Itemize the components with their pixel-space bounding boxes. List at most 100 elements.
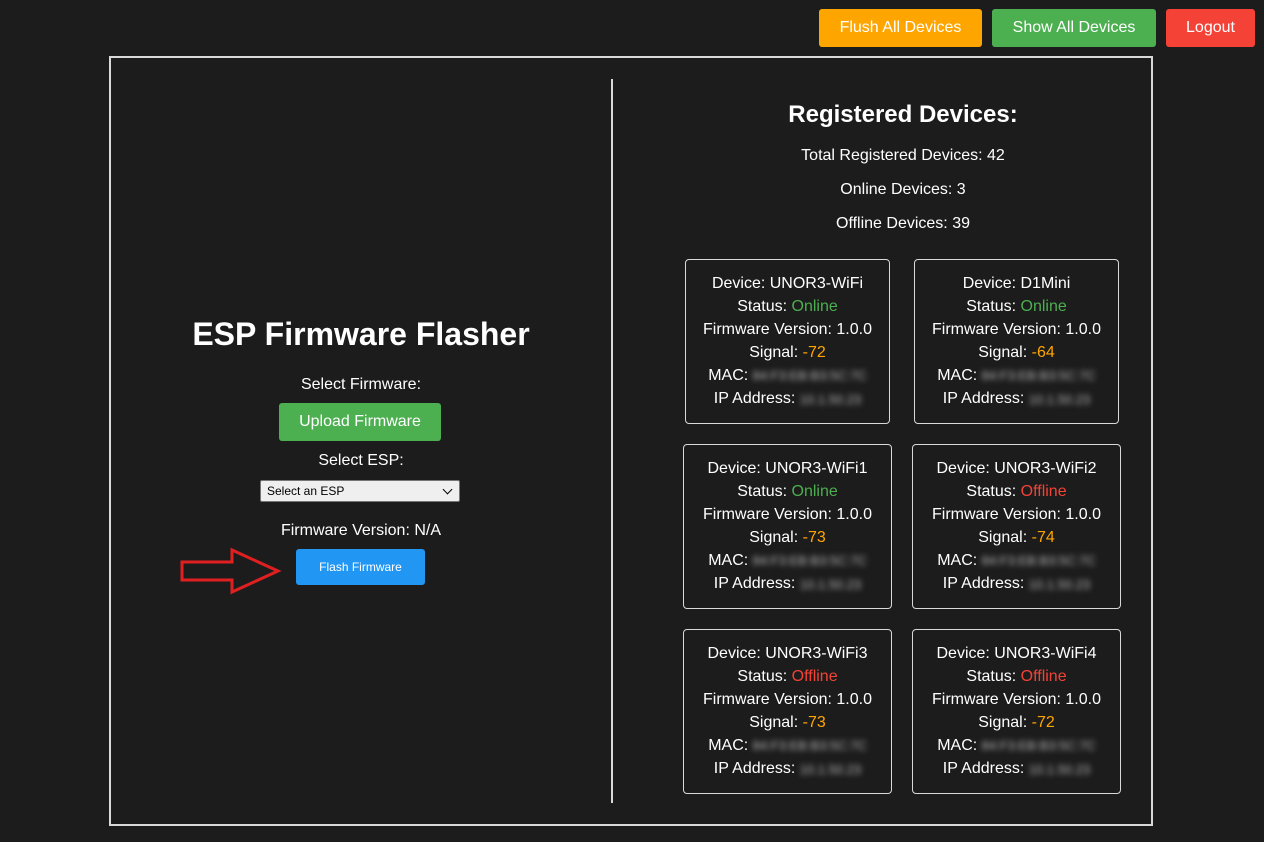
device-name-value: UNOR3-WiFi3: [765, 645, 868, 662]
device-name-row: Device: UNOR3-WiFi2: [913, 457, 1120, 480]
select-firmware-label: Select Firmware:: [300, 376, 422, 393]
device-ip-address-value: 10.1.50.23: [799, 391, 862, 407]
device-firmware-version-label: Firmware Version:: [932, 321, 1066, 338]
device-name-label: Device:: [711, 275, 770, 292]
firmware-flasher-section: ESP Firmware Flasher Select Firmware: Up…: [111, 58, 611, 824]
device-mac-label: MAC:: [937, 552, 982, 569]
device-firmware-version-label: Firmware Version:: [932, 506, 1066, 523]
registered-devices-section: Registered Devices: Total Registered Dev…: [613, 58, 1151, 824]
device-name-value: UNOR3-WiFi1: [765, 460, 868, 477]
device-name-value: UNOR3-WiFi: [769, 275, 864, 292]
device-signal-value: -64: [1031, 344, 1055, 361]
device-name-row: Device: UNOR3-WiFi: [686, 272, 889, 295]
total-devices-count: Total Registered Devices: 42: [801, 147, 1005, 164]
device-mac-label: MAC:: [937, 737, 982, 754]
device-mac-row: MAC: 84:F3:EB:B3:5C:7C: [913, 549, 1120, 572]
online-devices-count: Online Devices: 3: [840, 181, 966, 198]
device-name-value: D1Mini: [1020, 275, 1071, 292]
device-mac-row: MAC: 84:F3:EB:B3:5C:7C: [913, 734, 1120, 757]
device-card: Device: UNOR3-WiFi Status: Online Firmware…: [685, 259, 890, 424]
device-mac-row: MAC: 84:F3:EB:B3:5C:7C: [915, 364, 1118, 387]
device-firmware-version-row: Firmware Version: 1.0.0: [915, 318, 1118, 341]
device-status-row: Status: Online: [915, 295, 1118, 318]
device-status-label: Status:: [737, 668, 792, 685]
device-signal-label: Signal:: [978, 344, 1032, 361]
esp-select-value: Select an ESP: [267, 484, 345, 498]
device-card: Device: UNOR3-WiFi1 Status: Online Firmwar…: [683, 444, 892, 609]
device-firmware-version-value: 1.0.0: [1065, 506, 1101, 523]
device-firmware-version-label: Firmware Version:: [703, 321, 837, 338]
device-signal-row: Signal: -72: [686, 341, 889, 364]
device-status-value: Online: [1020, 298, 1067, 315]
device-ip-address-label: IP Address:: [713, 575, 800, 593]
device-ip-address-value: 10.1.50.23: [1028, 576, 1091, 592]
device-ip-address-row: IP Address: 10.1.50.23: [913, 572, 1120, 595]
device-signal-value: -73: [802, 529, 826, 546]
show-all-devices-button[interactable]: Show All Devices: [992, 9, 1156, 47]
device-ip-address-value: 10.1.50.23: [799, 576, 862, 592]
device-ip-address-value: 10.1.50.23: [799, 761, 862, 777]
flush-all-devices-button[interactable]: Flush All Devices: [819, 9, 982, 47]
device-status-label: Status:: [737, 483, 792, 500]
device-status-value: Offline: [1020, 668, 1067, 685]
device-ip-address-label: IP Address:: [942, 760, 1029, 778]
device-signal-label: Signal:: [749, 344, 803, 361]
device-firmware-version-value: 1.0.0: [836, 321, 872, 338]
device-mac-label: MAC:: [937, 367, 982, 384]
device-mac-value: 84:F3:EB:B3:5C:7C: [981, 368, 1096, 384]
device-firmware-version-row: Firmware Version: 1.0.0: [684, 503, 891, 526]
device-mac-value: 84:F3:EB:B3:5C:7C: [752, 553, 867, 569]
device-status-row: Status: Online: [684, 480, 891, 503]
firmware-version-label: Firmware Version: N/A: [280, 522, 442, 539]
device-firmware-version-value: 1.0.0: [1065, 691, 1101, 708]
device-status-value: Online: [791, 483, 838, 500]
device-signal-row: Signal: -73: [684, 711, 891, 734]
device-status-label: Status:: [966, 298, 1021, 315]
device-name-row: Device: UNOR3-WiFi1: [684, 457, 891, 480]
device-mac-value: 84:F3:EB:B3:5C:7C: [752, 738, 867, 754]
device-status-label: Status:: [737, 298, 792, 315]
upload-firmware-button[interactable]: Upload Firmware: [279, 403, 441, 441]
device-status-row: Status: Offline: [684, 665, 891, 688]
device-signal-label: Signal:: [978, 529, 1032, 546]
device-name-label: Device:: [707, 645, 766, 662]
flasher-title: ESP Firmware Flasher: [192, 316, 530, 352]
top-toolbar: Flush All Devices Show All Devices Logou…: [819, 9, 1255, 47]
device-signal-row: Signal: -64: [915, 341, 1118, 364]
device-name-value: UNOR3-WiFi2: [994, 460, 1097, 477]
device-name-label: Device:: [936, 460, 995, 477]
device-firmware-version-label: Firmware Version:: [932, 691, 1066, 708]
device-card: Device: UNOR3-WiFi4 Status: Offline Firmwa…: [912, 629, 1121, 794]
device-status-value: Online: [791, 298, 838, 315]
device-ip-address-row: IP Address: 10.1.50.23: [684, 757, 891, 780]
device-card: Device: UNOR3-WiFi2 Status: Offline Firmwa…: [912, 444, 1121, 609]
device-mac-label: MAC:: [708, 552, 753, 569]
select-esp-label: Select ESP:: [318, 452, 404, 469]
device-status-row: Status: Offline: [913, 665, 1120, 688]
device-signal-row: Signal: -74: [913, 526, 1120, 549]
device-name-label: Device:: [936, 645, 995, 662]
device-ip-address-row: IP Address: 10.1.50.23: [684, 572, 891, 595]
device-firmware-version-value: 1.0.0: [836, 506, 872, 523]
device-firmware-version-row: Firmware Version: 1.0.0: [686, 318, 889, 341]
device-ip-address-label: IP Address:: [942, 575, 1029, 593]
main-panel: ESP Firmware Flasher Select Firmware: Up…: [109, 56, 1153, 826]
device-firmware-version-row: Firmware Version: 1.0.0: [913, 688, 1120, 711]
device-card: Device: UNOR3-WiFi3 Status: Offline Firmwa…: [683, 629, 892, 794]
device-status-label: Status:: [966, 668, 1021, 685]
device-signal-value: -72: [802, 344, 826, 361]
device-firmware-version-label: Firmware Version:: [703, 506, 837, 523]
device-status-row: Status: Offline: [913, 480, 1120, 503]
esp-select[interactable]: Select an ESP: [260, 480, 460, 502]
device-ip-address-label: IP Address:: [942, 390, 1029, 408]
device-mac-label: MAC:: [708, 737, 753, 754]
device-signal-value: -73: [802, 714, 826, 731]
logout-button[interactable]: Logout: [1166, 9, 1255, 47]
device-firmware-version-row: Firmware Version: 1.0.0: [913, 503, 1120, 526]
device-ip-address-label: IP Address:: [713, 760, 800, 778]
device-firmware-version-value: 1.0.0: [1065, 321, 1101, 338]
flash-firmware-button[interactable]: Flash Firmware: [296, 549, 425, 585]
device-name-row: Device: UNOR3-WiFi3: [684, 642, 891, 665]
device-signal-label: Signal:: [749, 714, 803, 731]
device-status-label: Status:: [966, 483, 1021, 500]
